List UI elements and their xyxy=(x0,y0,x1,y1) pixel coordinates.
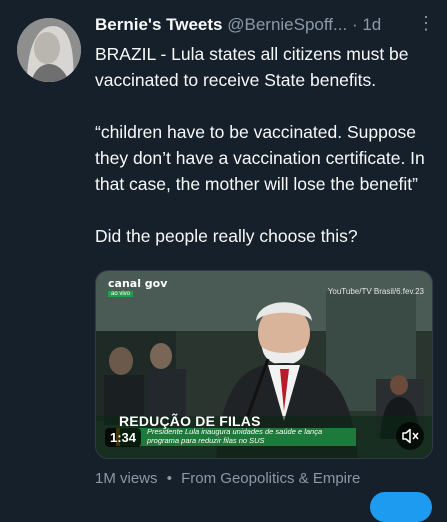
avatar[interactable] xyxy=(17,18,81,82)
live-badge: ao vivo xyxy=(108,291,134,297)
video-subheadline: Presidente Lula inaugura unidades de saú… xyxy=(147,427,323,445)
video-player[interactable]: canal gov ao vivo YouTube/TV Brasil/6.fe… xyxy=(95,270,433,459)
tweet-paragraph: “children have to be vaccinated. Suppose… xyxy=(95,122,425,194)
tweet-paragraph: Did the people really choose this? xyxy=(95,226,358,246)
media-source[interactable]: From Geopolitics & Empire xyxy=(181,470,360,487)
video-duration: 1:34 xyxy=(105,428,142,447)
video-credit: YouTube/TV Brasil/6.fev.23 xyxy=(327,287,424,296)
tweet-text: BRAZIL - Lula states all citizens must b… xyxy=(95,41,435,249)
author-name[interactable]: Bernie's Tweets xyxy=(95,15,223,34)
tweet-timestamp[interactable]: 1d xyxy=(362,15,381,34)
header-separator: · xyxy=(351,15,358,34)
tweet-header: Bernie's Tweets @BernieSpoff... · 1d xyxy=(95,14,433,36)
footer-separator: • xyxy=(166,470,172,487)
compose-button[interactable] xyxy=(370,492,432,522)
view-count: 1M views xyxy=(95,470,158,487)
media-footer: 1M views • From Geopolitics & Empire xyxy=(95,470,360,487)
more-icon[interactable]: ⋮ xyxy=(417,14,435,32)
tweet-paragraph: BRAZIL - Lula states all citizens must b… xyxy=(95,44,409,90)
channel-logo: canal gov xyxy=(108,277,168,290)
author-handle[interactable]: @BernieSpoff... xyxy=(227,15,347,34)
avatar-image xyxy=(17,18,81,82)
volume-mute-icon[interactable] xyxy=(396,422,424,450)
